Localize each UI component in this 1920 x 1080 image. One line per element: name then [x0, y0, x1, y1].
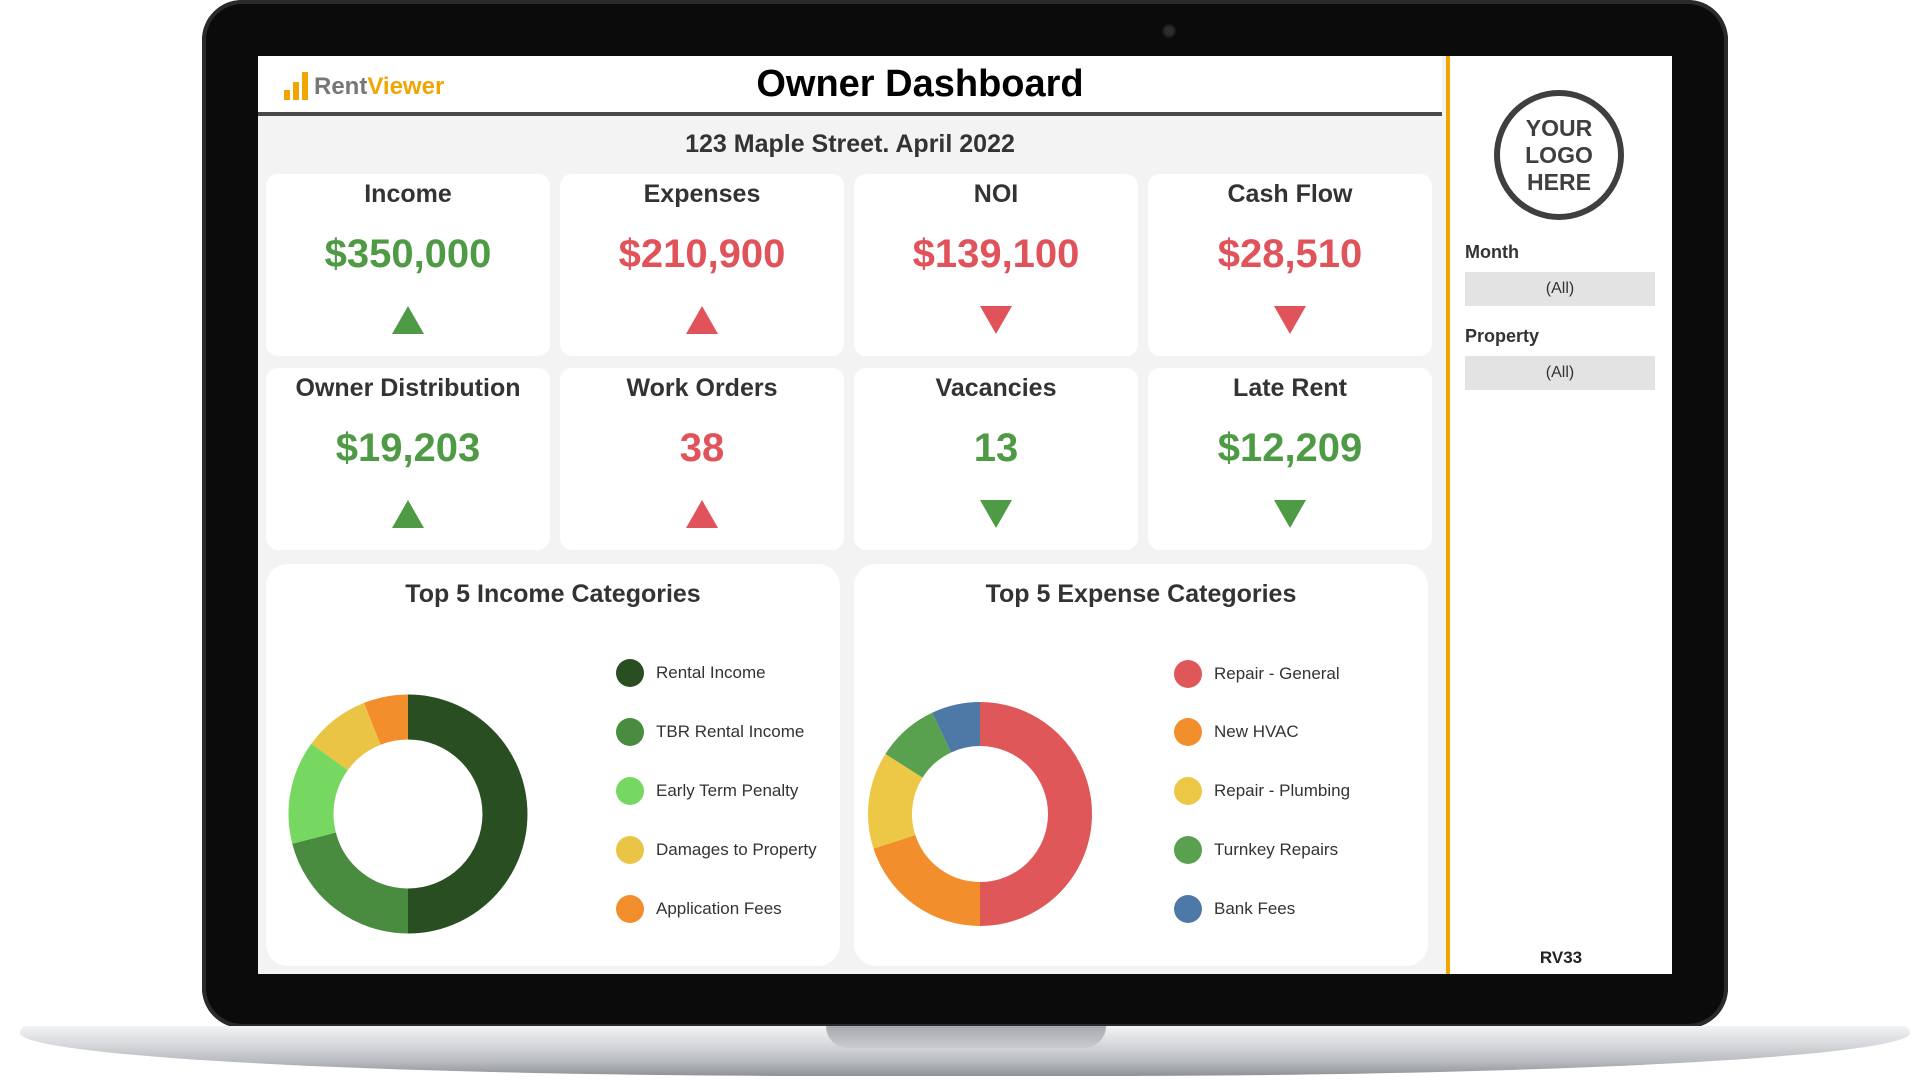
- page-subtitle: 123 Maple Street. April 2022: [685, 130, 1015, 158]
- kpi-label: Expenses: [643, 180, 761, 208]
- legend-label: Application Fees: [656, 899, 782, 918]
- legend-swatch: [616, 836, 644, 864]
- donut-slice-repair-plumbing[interactable]: [868, 753, 924, 849]
- dashboard-screen: RentViewer Owner Dashboard 123 Maple Str…: [258, 56, 1672, 974]
- legend-item[interactable]: Turnkey Repairs: [1174, 835, 1338, 865]
- legend-swatch: [1174, 895, 1202, 923]
- kpi-card-late-rent[interactable]: Late Rent $12,209: [1148, 368, 1432, 550]
- legend-swatch: [616, 718, 644, 746]
- donut-slice-early-term-penalty[interactable]: [288, 743, 349, 844]
- kpi-label: Income: [364, 180, 452, 208]
- trend-down-icon: [1274, 500, 1306, 528]
- legend-item[interactable]: Early Term Penalty: [616, 776, 798, 806]
- legend-label: TBR Rental Income: [656, 722, 805, 741]
- kpi-label: Cash Flow: [1227, 180, 1353, 208]
- kpi-card-cash-flow[interactable]: Cash Flow $28,510: [1148, 174, 1432, 356]
- legend-item[interactable]: New HVAC: [1174, 717, 1299, 747]
- trend-up-icon: [686, 306, 718, 334]
- kpi-card-expenses[interactable]: Expenses $210,900: [560, 174, 844, 356]
- legend-swatch: [1174, 718, 1202, 746]
- month-filter-select[interactable]: (All): [1465, 272, 1655, 306]
- donut-slice-repair-general[interactable]: [979, 702, 1092, 926]
- donut-slice-new-hvac[interactable]: [873, 834, 981, 926]
- kpi-card-vacancies[interactable]: Vacancies 13: [854, 368, 1138, 550]
- laptop-notch: [826, 1026, 1106, 1048]
- legend-label: Early Term Penalty: [656, 781, 799, 800]
- kpi-card-owner-distribution[interactable]: Owner Distribution $19,203: [266, 368, 550, 550]
- legend-item[interactable]: Application Fees: [616, 894, 782, 924]
- camera-icon: [1164, 26, 1174, 36]
- page-title: Owner Dashboard: [756, 63, 1084, 105]
- kpi-label: Owner Distribution: [295, 374, 521, 402]
- legend-item[interactable]: Damages to Property: [616, 835, 817, 865]
- filter-sidebar: YOUR LOGO HERE Month (All) Property (All…: [1450, 56, 1672, 974]
- logo-placeholder: YOUR LOGO HERE: [1494, 90, 1624, 220]
- kpi-label: Vacancies: [935, 374, 1057, 402]
- kpi-label: Work Orders: [626, 374, 778, 402]
- legend-item[interactable]: TBR Rental Income: [616, 717, 804, 747]
- kpi-value: $210,900: [618, 232, 786, 276]
- trend-down-icon: [1274, 306, 1306, 334]
- legend-label: Turnkey Repairs: [1214, 840, 1339, 859]
- legend-label: Bank Fees: [1214, 899, 1296, 918]
- donut-slice-bank-fees[interactable]: [932, 702, 981, 753]
- legend-label: New HVAC: [1214, 722, 1299, 741]
- legend-item[interactable]: Bank Fees: [1174, 894, 1295, 924]
- trend-up-icon: [392, 500, 424, 528]
- kpi-value: $28,510: [1217, 232, 1363, 276]
- legend-swatch: [1174, 836, 1202, 864]
- kpi-card-noi[interactable]: NOI $139,100: [854, 174, 1138, 356]
- kpi-card-work-orders[interactable]: Work Orders 38: [560, 368, 844, 550]
- legend-item[interactable]: Repair - Plumbing: [1174, 776, 1350, 806]
- dashboard-header: RentViewer Owner Dashboard: [258, 56, 1442, 116]
- legend-label: Rental Income: [656, 663, 766, 682]
- property-filter-select[interactable]: (All): [1465, 356, 1655, 390]
- legend-swatch: [1174, 777, 1202, 805]
- legend-swatch: [616, 777, 644, 805]
- trend-up-icon: [686, 500, 718, 528]
- kpi-value: $12,209: [1217, 426, 1363, 470]
- donut-slice-tbr-rental-income[interactable]: [292, 831, 409, 934]
- trend-down-icon: [980, 500, 1012, 528]
- kpi-value: $350,000: [324, 232, 492, 276]
- income-categories-card: Top 5 Income Categories Rental Income TB…: [266, 564, 840, 966]
- legend-label: Repair - General: [1214, 664, 1340, 683]
- expense-categories-card: Top 5 Expense Categories Repair - Genera…: [854, 564, 1428, 966]
- expense-donut-chart[interactable]: [854, 564, 1428, 966]
- donut-slice-turnkey-repairs[interactable]: [885, 712, 952, 779]
- kpi-value: $19,203: [335, 426, 481, 470]
- donut-slice-rental-income[interactable]: [407, 694, 528, 934]
- legend-label: Damages to Property: [656, 840, 817, 859]
- donut-slice-damages-to-property[interactable]: [311, 702, 382, 771]
- legend-swatch: [1174, 660, 1202, 688]
- legend-swatch: [616, 659, 644, 687]
- donut-slice-application-fees[interactable]: [364, 694, 409, 746]
- legend-label: Repair - Plumbing: [1214, 781, 1351, 800]
- legend-item[interactable]: Rental Income: [616, 658, 766, 688]
- trend-up-icon: [392, 306, 424, 334]
- legend-swatch: [616, 895, 644, 923]
- kpi-value: $139,100: [912, 232, 1080, 276]
- kpi-value: 13: [973, 426, 1019, 470]
- legend-item[interactable]: Repair - General: [1174, 659, 1340, 689]
- kpi-value: 38: [679, 426, 725, 470]
- kpi-card-income[interactable]: Income $350,000: [266, 174, 550, 356]
- month-filter-label: Month: [1465, 242, 1519, 262]
- kpi-label: NOI: [973, 180, 1019, 208]
- version-label: RV33: [1539, 948, 1583, 967]
- property-filter-label: Property: [1465, 326, 1540, 346]
- kpi-label: Late Rent: [1233, 374, 1347, 402]
- trend-down-icon: [980, 306, 1012, 334]
